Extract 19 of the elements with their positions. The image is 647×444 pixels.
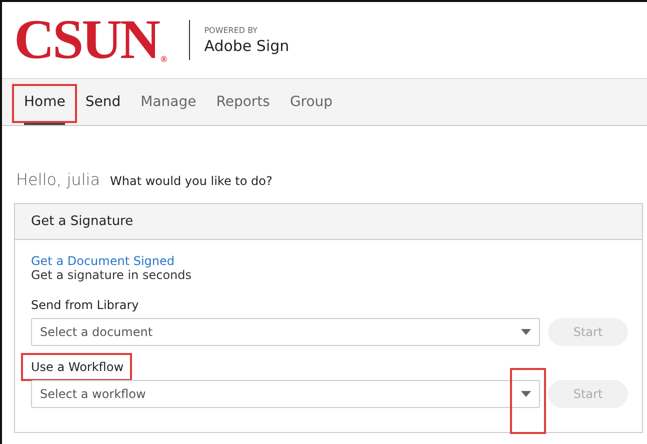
- nav-tab[interactable]: Home: [16, 79, 74, 125]
- field-label: Use a Workflow: [31, 360, 124, 374]
- nav-tab[interactable]: Group: [282, 79, 341, 125]
- nav-tab[interactable]: Manage: [132, 79, 204, 125]
- caret-icon: [521, 329, 531, 335]
- powered-by-label: POWERED BY: [204, 26, 259, 34]
- csun-logo: CSUN®: [14, 12, 168, 68]
- nav-tab[interactable]: Send: [77, 79, 129, 125]
- document-signed-link[interactable]: Get a Document Signed: [31, 254, 175, 268]
- field-label: Send from Library: [31, 298, 139, 312]
- product-name: Adobe Sign: [204, 36, 290, 54]
- select-dropdown[interactable]: Select a workflow: [31, 380, 540, 408]
- prompt-text: What would you like to do?: [110, 174, 272, 188]
- greeting: Hello, julia: [16, 170, 100, 189]
- link-caption: Get a signature in seconds: [31, 268, 192, 282]
- select-dropdown[interactable]: Select a document: [31, 318, 540, 346]
- nav-tab[interactable]: Reports: [208, 79, 278, 125]
- caret-icon: [521, 391, 531, 397]
- card-title: Get a Signature: [15, 204, 642, 240]
